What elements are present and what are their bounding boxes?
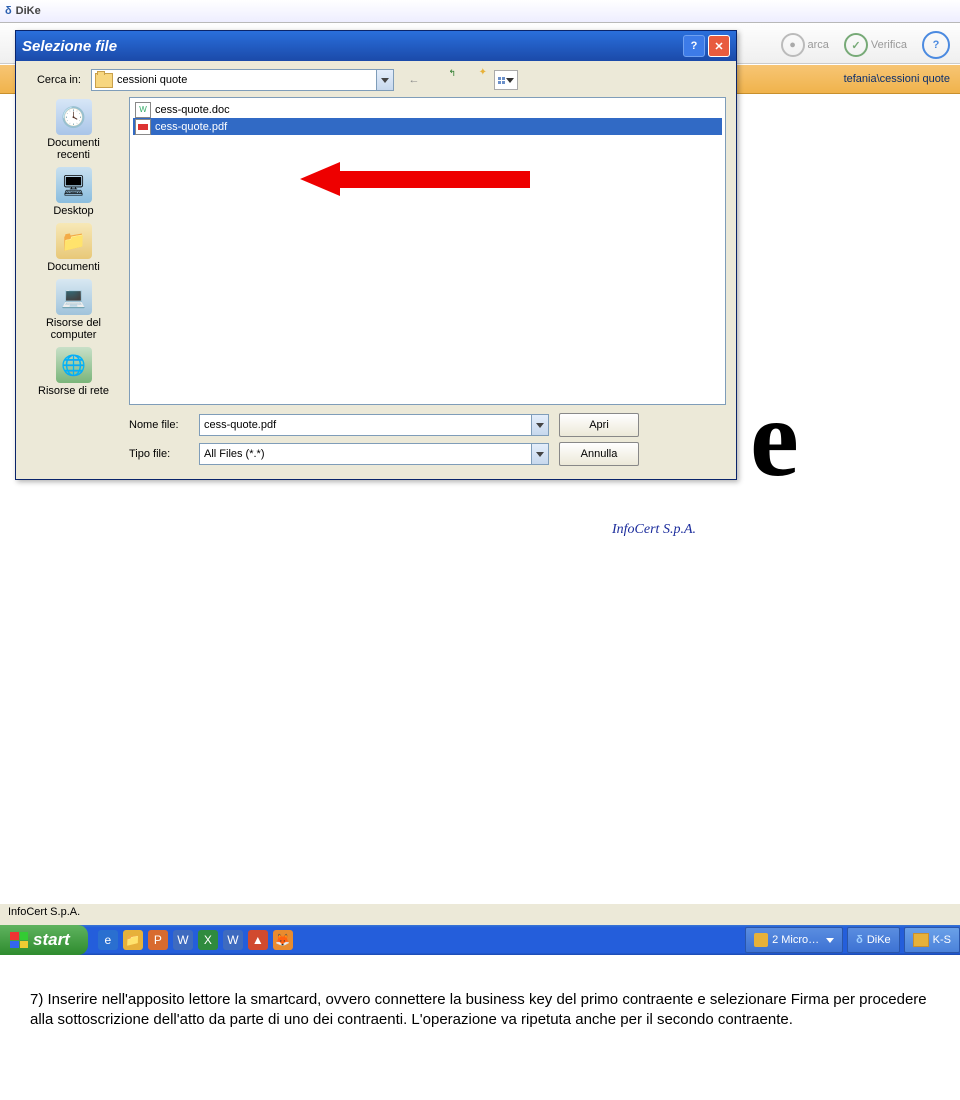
documents-icon: 📁 <box>56 223 92 259</box>
help-button[interactable]: ? <box>922 31 950 59</box>
arrow-shaft <box>340 171 530 188</box>
recent-icon: 🕓 <box>56 99 92 135</box>
file-item-pdf[interactable]: cess-quote.pdf <box>133 118 722 135</box>
quick-launch: e 📁 P W X W ▲ 🦊 <box>98 930 293 950</box>
place-computer-label: Risorse del computer <box>26 317 121 341</box>
instruction-text: 7) Inserire nell'apposito lettore la sma… <box>30 990 930 1031</box>
chevron-down-icon[interactable] <box>531 415 548 435</box>
windows-flag-icon <box>10 932 28 948</box>
brand-overlay-text: InfoCert S.p.A. <box>612 522 696 538</box>
look-in-label: Cerca in: <box>26 74 81 86</box>
dialog-help-button[interactable]: ? <box>683 35 705 57</box>
place-network-label: Risorse di rete <box>26 385 121 397</box>
network-icon: 🌐 <box>56 347 92 383</box>
filename-input[interactable]: cess-quote.pdf <box>199 414 549 436</box>
filetype-value: All Files (*.*) <box>204 448 265 460</box>
annotation-arrow <box>300 162 530 196</box>
path-text: tefania\cessioni quote <box>844 73 950 85</box>
toolbar-arca-button[interactable]: ● arca <box>781 33 829 57</box>
up-one-level-icon[interactable]: ↰ <box>434 70 454 90</box>
file-doc-name: cess-quote.doc <box>155 104 230 116</box>
task-item-ks[interactable]: K-S <box>904 927 960 953</box>
filetype-combo[interactable]: All Files (*.*) <box>199 443 549 465</box>
file-dialog: Selezione file ? ✕ Cerca in: cessioni qu… <box>15 30 737 480</box>
file-item-doc[interactable]: W cess-quote.doc <box>133 101 722 118</box>
start-button[interactable]: start <box>0 925 88 955</box>
filename-value: cess-quote.pdf <box>204 419 276 431</box>
file-list[interactable]: W cess-quote.doc cess-quote.pdf <box>129 97 726 405</box>
place-recent[interactable]: 🕓 Documenti recenti <box>26 97 121 163</box>
ie-icon[interactable]: e <box>98 930 118 950</box>
excel-icon[interactable]: X <box>198 930 218 950</box>
word-doc-icon: W <box>135 102 151 118</box>
place-documents-label: Documenti <box>26 261 121 273</box>
explorer-icon[interactable]: 📁 <box>123 930 143 950</box>
chevron-down-icon[interactable] <box>531 444 548 464</box>
place-network[interactable]: 🌐 Risorse di rete <box>26 345 121 399</box>
place-computer[interactable]: 💻 Risorse del computer <box>26 277 121 343</box>
app-icon: δ <box>5 5 12 17</box>
toolbar-verifica-button[interactable]: ✓ Verifica <box>844 33 907 57</box>
dialog-titlebar[interactable]: Selezione file ? ✕ <box>16 31 736 61</box>
pdf-icon <box>135 119 151 135</box>
pdf-reader-icon[interactable]: ▲ <box>248 930 268 950</box>
arrow-head-icon <box>300 162 340 196</box>
folder-small-icon <box>913 933 929 947</box>
new-folder-icon[interactable]: ✦ <box>464 70 484 90</box>
chevron-down-icon <box>826 938 834 943</box>
chevron-down-icon[interactable] <box>376 70 393 90</box>
firefox-icon[interactable]: 🦊 <box>273 930 293 950</box>
brand-big-letter: e <box>750 400 799 477</box>
places-bar: 🕓 Documenti recenti 🖥 Desktop 📁 Document… <box>26 97 121 405</box>
view-menu-icon[interactable] <box>494 70 518 90</box>
filetype-label: Tipo file: <box>129 448 189 460</box>
look-in-value: cessioni quote <box>117 74 187 86</box>
toolbar-verifica-label: Verifica <box>871 39 907 51</box>
ppt-icon[interactable]: P <box>148 930 168 950</box>
file-pdf-name: cess-quote.pdf <box>155 121 227 133</box>
word-icon[interactable]: W <box>173 930 193 950</box>
place-documents[interactable]: 📁 Documenti <box>26 221 121 275</box>
task-item-micro[interactable]: 2 Micro… <box>745 927 843 953</box>
place-desktop-label: Desktop <box>26 205 121 217</box>
place-recent-label: Documenti recenti <box>26 137 121 161</box>
dialog-close-button[interactable]: ✕ <box>708 35 730 57</box>
place-desktop[interactable]: 🖥 Desktop <box>26 165 121 219</box>
folder-icon <box>95 73 113 88</box>
look-in-combo[interactable]: cessioni quote <box>91 69 394 91</box>
filename-label: Nome file: <box>129 419 189 431</box>
desktop-icon: 🖥 <box>56 167 92 203</box>
task-item-dike[interactable]: δ DiKe <box>847 927 900 953</box>
cancel-button[interactable]: Annulla <box>559 442 639 466</box>
ppt-small-icon <box>754 933 768 947</box>
stamp-icon: ● <box>781 33 805 57</box>
app-titlebar: δ DiKe <box>0 0 960 23</box>
toolbar-arca-label: arca <box>808 39 829 51</box>
open-button[interactable]: Apri <box>559 413 639 437</box>
back-icon[interactable]: ← <box>404 70 424 90</box>
app-title: DiKe <box>16 5 41 17</box>
status-text: InfoCert S.p.A. <box>8 906 80 918</box>
dialog-title: Selezione file <box>22 38 117 55</box>
taskbar: start e 📁 P W X W ▲ 🦊 2 Micro… δ DiKe K-… <box>0 925 960 955</box>
check-icon: ✓ <box>844 33 868 57</box>
computer-icon: 💻 <box>56 279 92 315</box>
word2-icon[interactable]: W <box>223 930 243 950</box>
dike-small-icon: δ <box>856 934 863 946</box>
